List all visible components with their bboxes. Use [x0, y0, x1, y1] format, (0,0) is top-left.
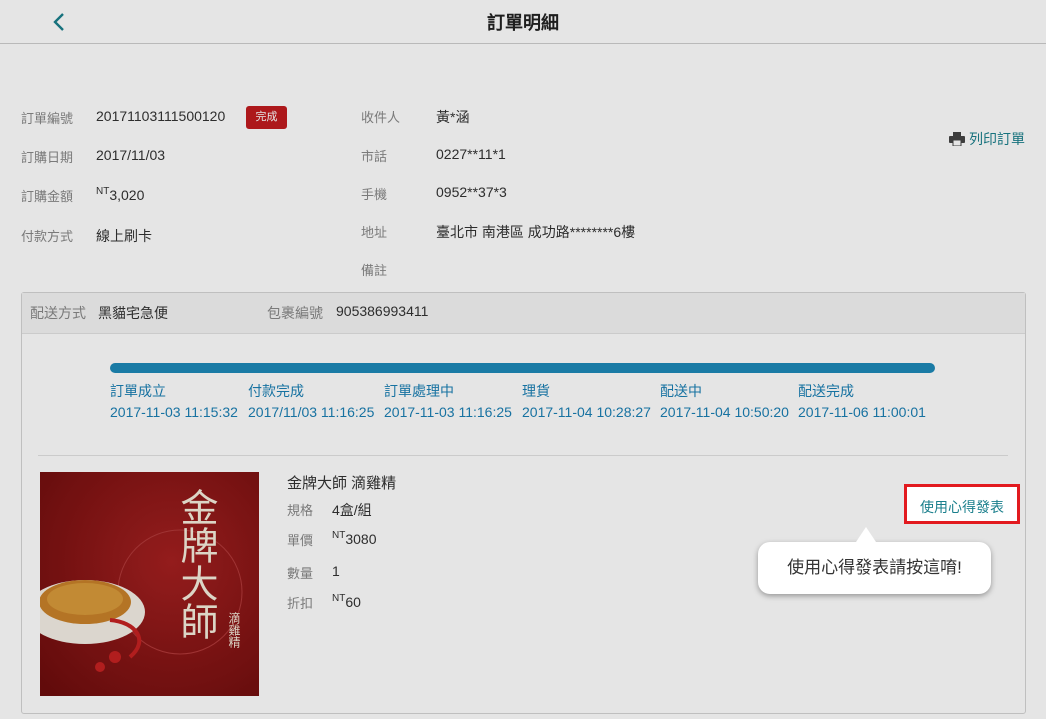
price-label: 單價 — [287, 533, 314, 548]
tracking-label: 包裹編號 — [267, 305, 323, 321]
step-label: 訂單成立 — [110, 383, 166, 399]
top-bar: 訂單明細 — [0, 0, 1046, 44]
review-tooltip: 使用心得發表請按這唷! — [758, 527, 991, 594]
note-label: 備註 — [361, 263, 388, 278]
status-badge: 完成 — [246, 106, 287, 129]
order-number-label: 訂單編號 — [21, 111, 74, 126]
mobile-value: 0952**37*3 — [436, 184, 507, 200]
order-date: 2017/11/03 — [96, 147, 166, 163]
write-review-button[interactable]: 使用心得發表 — [904, 484, 1020, 524]
print-order-link[interactable]: 列印訂單 — [949, 129, 1025, 149]
order-date-label: 訂購日期 — [21, 150, 74, 165]
step-time: 2017-11-03 11:15:32 — [110, 404, 238, 420]
discount-value: NT60 — [332, 593, 361, 610]
shipping-method: 黑貓宅急便 — [98, 305, 168, 321]
step-label: 訂單處理中 — [384, 383, 454, 399]
price-value: NT3080 — [332, 530, 377, 547]
product-name[interactable]: 金牌大師 滴雞精 — [287, 472, 396, 493]
step-time: 2017-11-04 10:28:27 — [522, 404, 651, 420]
discount-label: 折扣 — [287, 596, 314, 611]
order-amount-label: 訂購金額 — [21, 189, 74, 204]
divider — [38, 455, 1008, 456]
address-value: 臺北市 南港區 成功路********6樓 — [436, 224, 636, 240]
shipping-method-label: 配送方式 — [30, 305, 86, 321]
step-time: 2017-11-06 11:00:01 — [798, 404, 926, 420]
step-time: 2017-11-04 10:50:20 — [660, 404, 789, 420]
print-label: 列印訂單 — [969, 131, 1025, 147]
step-time: 2017-11-03 11:16:25 — [384, 404, 512, 420]
payment-method: 線上刷卡 — [96, 228, 152, 244]
tracking-number: 905386993411 — [336, 303, 429, 319]
order-number: 20171103111500120 — [96, 108, 226, 124]
printer-icon — [949, 132, 965, 146]
currency: NT — [332, 530, 346, 541]
phone-value: 0227**11*1 — [436, 146, 506, 162]
spec-label: 規格 — [287, 503, 314, 518]
shipping-progress-bar — [110, 363, 935, 373]
step-label: 理貨 — [522, 383, 550, 399]
mobile-label: 手機 — [361, 187, 388, 202]
product-artwork — [40, 472, 259, 696]
price-amount: 3080 — [345, 531, 377, 547]
quantity-label: 數量 — [287, 566, 314, 581]
brand-subtext: 滴雞精 — [227, 612, 241, 648]
address-label: 地址 — [361, 225, 388, 240]
brand-calligraphy: 金牌大師 — [174, 488, 218, 640]
currency: NT — [332, 593, 346, 604]
recipient-label: 收件人 — [361, 110, 401, 125]
order-amount: NT3,020 — [96, 186, 144, 203]
step-label: 配送完成 — [798, 383, 854, 399]
recipient-name: 黃*涵 — [436, 109, 470, 125]
amount-value: 3,020 — [109, 187, 145, 203]
phone-label: 市話 — [361, 149, 388, 164]
shipping-header — [22, 293, 1025, 334]
spec-value: 4盒/組 — [332, 502, 372, 518]
step-time: 2017/11/03 11:16:25 — [248, 404, 375, 420]
product-image[interactable]: 金牌大師 滴雞精 — [40, 472, 259, 696]
discount-amount: 60 — [345, 594, 361, 610]
step-label: 付款完成 — [248, 383, 304, 399]
step-label: 配送中 — [660, 383, 702, 399]
currency: NT — [96, 186, 110, 197]
page-title: 訂單明細 — [487, 13, 559, 33]
quantity-value: 1 — [332, 563, 340, 579]
payment-label: 付款方式 — [21, 229, 74, 244]
